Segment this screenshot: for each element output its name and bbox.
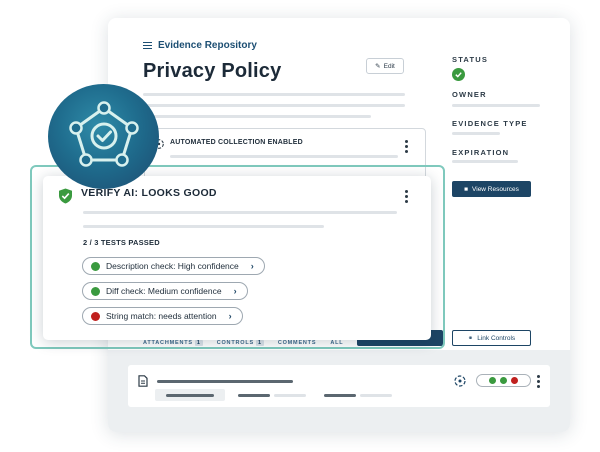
shield-check-icon bbox=[58, 188, 73, 209]
row-menu-icon[interactable] bbox=[537, 375, 540, 388]
expiration-label: EXPIRATION bbox=[452, 148, 510, 157]
edit-button[interactable]: ✎ Edit bbox=[366, 58, 404, 74]
evidence-type-label: EVIDENCE TYPE bbox=[452, 119, 528, 128]
link-controls-button[interactable]: ⚭ Link Controls bbox=[452, 330, 531, 346]
check-pill-diff[interactable]: Diff check: Medium confidence › bbox=[82, 282, 248, 300]
row-meta-line bbox=[360, 394, 392, 397]
list-icon bbox=[143, 41, 152, 50]
check-label: Description check: High confidence bbox=[106, 261, 239, 271]
breadcrumb[interactable]: Evidence Repository bbox=[143, 40, 257, 51]
document-icon bbox=[138, 374, 148, 392]
row-meta-line bbox=[324, 394, 356, 397]
status-label: STATUS bbox=[452, 55, 489, 64]
pencil-icon: ✎ bbox=[375, 63, 381, 70]
edit-label: Edit bbox=[383, 62, 395, 70]
status-check-icon bbox=[452, 68, 465, 81]
chevron-right-icon: › bbox=[233, 286, 237, 296]
automated-collection-title: AUTOMATED COLLECTION ENABLED bbox=[170, 139, 303, 146]
verify-line bbox=[83, 211, 397, 214]
status-dot-1 bbox=[489, 377, 496, 384]
view-resources-button[interactable]: ■ View Resources bbox=[452, 181, 531, 197]
status-dot-3 bbox=[511, 377, 518, 384]
automated-line bbox=[170, 155, 398, 158]
book-icon: ■ bbox=[464, 185, 469, 193]
view-resources-label: View Resources bbox=[472, 185, 519, 193]
check-label: String match: needs attention bbox=[106, 311, 217, 321]
check-status-dot bbox=[91, 311, 100, 321]
expiration-value bbox=[452, 160, 518, 163]
link-controls-label: Link Controls bbox=[477, 334, 516, 342]
chevron-right-icon: › bbox=[228, 311, 232, 321]
verify-menu-icon[interactable] bbox=[405, 190, 408, 203]
row-title-line bbox=[157, 380, 293, 383]
verify-status-chip[interactable] bbox=[476, 374, 531, 387]
tests-summary: 2 / 3 TESTS PASSED bbox=[83, 238, 160, 247]
row-meta-line bbox=[274, 394, 306, 397]
row-meta-line bbox=[238, 394, 270, 397]
check-pill-description[interactable]: Description check: High confidence › bbox=[82, 257, 265, 275]
chevron-right-icon: › bbox=[250, 261, 254, 271]
breadcrumb-label: Evidence Repository bbox=[158, 40, 257, 51]
network-check-icon bbox=[64, 98, 144, 181]
verify-line bbox=[83, 225, 324, 228]
row-tag-line bbox=[166, 394, 214, 397]
page-title: Privacy Policy bbox=[143, 60, 282, 82]
automation-icon bbox=[453, 374, 467, 393]
check-pill-string-match[interactable]: String match: needs attention › bbox=[82, 307, 243, 325]
check-status-dot bbox=[91, 261, 100, 271]
link-icon: ⚭ bbox=[467, 335, 474, 342]
owner-value bbox=[452, 104, 540, 107]
description-line bbox=[143, 93, 405, 96]
status-dot-2 bbox=[500, 377, 507, 384]
automated-menu-icon[interactable] bbox=[405, 140, 408, 153]
owner-label: OWNER bbox=[452, 90, 487, 99]
check-status-dot bbox=[91, 286, 100, 296]
description-line bbox=[143, 104, 405, 107]
description-line bbox=[143, 115, 371, 118]
evidence-type-value bbox=[452, 132, 500, 135]
check-label: Diff check: Medium confidence bbox=[106, 286, 222, 296]
